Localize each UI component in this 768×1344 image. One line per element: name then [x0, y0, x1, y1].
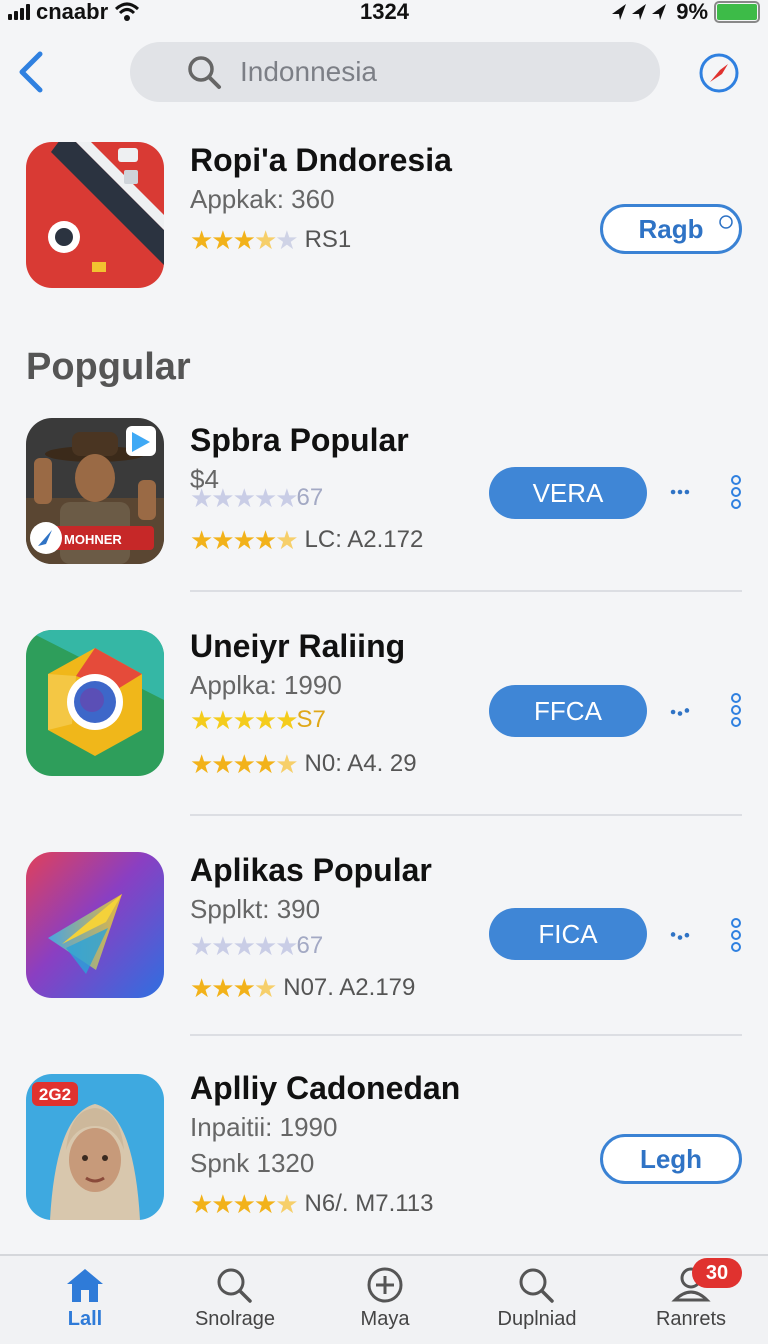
- rating-text: N0: A4. 29: [304, 750, 417, 777]
- kebab-menu-icon[interactable]: [729, 918, 743, 952]
- compass-icon[interactable]: [698, 52, 740, 94]
- tab-rankings-label: Ranrets: [655, 1308, 727, 1330]
- tab-home-label: Lall: [67, 1308, 103, 1330]
- featured-app-rating: ★★★ ★ ★ RS1: [190, 226, 351, 254]
- wifi-icon: [115, 2, 140, 21]
- featured-get-button-label: Ragb: [638, 213, 704, 244]
- notification-badge: 30: [692, 1258, 742, 1288]
- app-rating-3: ★★★ ★ N07. A2.179: [190, 974, 415, 1002]
- divider: [190, 590, 742, 592]
- rating-text: N07. A2.179: [283, 974, 416, 1001]
- app-gold-rating-2: ★★★★★ S7: [190, 706, 326, 734]
- star-rating-icon: ★★★★★: [190, 705, 299, 735]
- get-button-3[interactable]: FICA: [489, 908, 647, 960]
- search-field[interactable]: Indonnesia: [130, 42, 660, 102]
- star-rating-icon: ★★★ ★: [190, 973, 277, 1003]
- star-rating-icon: ★★★★★: [190, 931, 299, 961]
- section-title: Popgular: [26, 346, 191, 388]
- star-rating-icon: ★★★★★: [190, 225, 299, 255]
- kebab-menu-icon[interactable]: [729, 693, 743, 727]
- featured-app-icon[interactable]: [26, 142, 164, 288]
- tab-storage[interactable]: Snolrage: [170, 1266, 300, 1344]
- get-button-4[interactable]: Legh: [600, 1134, 742, 1184]
- app-title-2[interactable]: Uneiyr Raliing: [190, 628, 405, 665]
- app-icon-4-badge: 2G2: [39, 1085, 71, 1104]
- tab-download-label: Duplniad: [497, 1308, 577, 1330]
- tab-download[interactable]: Duplniad: [472, 1266, 602, 1344]
- app-title-4[interactable]: Aplliy Cadonedan: [190, 1070, 460, 1107]
- star-rating-icon: ★★★★★: [190, 1189, 299, 1219]
- divider: [190, 814, 742, 816]
- carrier-group: cnaabr: [8, 0, 140, 25]
- more-dots-icon[interactable]: [670, 930, 690, 942]
- app-subtitle2-4: Spnk 1320: [190, 1148, 315, 1178]
- app-faded-rating-1: ★★★★★ 67: [190, 484, 323, 512]
- app-icon-1[interactable]: MOHNER: [26, 418, 164, 564]
- battery-percent: 9%: [676, 0, 708, 24]
- app-store-screen: cnaabr 1324 9% Indonnesia Ropi'a Dndores…: [0, 0, 768, 1344]
- faded-rating-text: 67: [296, 932, 324, 959]
- more-dots-icon[interactable]: [670, 706, 690, 718]
- app-rating-4: ★★★★ ★ N6/. M7.113: [190, 1190, 434, 1218]
- rating-text: N6/. M7.113: [304, 1190, 434, 1217]
- search-icon: [217, 1268, 252, 1303]
- signal-icon: [8, 4, 30, 20]
- app-icon-3[interactable]: [26, 852, 164, 998]
- divider: [190, 1034, 742, 1036]
- app-subtitle-3: Spplkt: 390: [190, 894, 321, 924]
- search-icon: [188, 56, 221, 89]
- app-icon-1-text: MOHNER: [64, 532, 122, 547]
- battery-icon: [714, 1, 760, 23]
- carrier-label: cnaabr: [36, 0, 109, 24]
- app-rating-1: ★★★★ ★ LC: A2.172: [190, 526, 423, 554]
- back-chevron-icon[interactable]: [14, 50, 48, 94]
- tab-maya[interactable]: Maya: [320, 1266, 450, 1344]
- tab-storage-label: Snolrage: [194, 1308, 276, 1330]
- plus-circle-icon: [367, 1267, 403, 1303]
- rating-text: RS1: [304, 226, 352, 253]
- app-title-1[interactable]: Spbra Popular: [190, 422, 409, 459]
- star-rating-icon: ★★★★★: [190, 749, 299, 779]
- download-icon: [719, 215, 733, 229]
- home-icon: [67, 1269, 103, 1302]
- tab-home[interactable]: Lall: [20, 1266, 150, 1344]
- app-icon-2[interactable]: [26, 630, 164, 776]
- featured-app-subtitle: Appkak: 360: [190, 184, 335, 214]
- search-query: Indonnesia: [240, 56, 378, 87]
- location-arrow-icon: [612, 4, 667, 20]
- rating-text: LC: A2.172: [304, 526, 424, 553]
- app-subtitle-4: Inpaitii: 1990: [190, 1112, 338, 1142]
- star-rating-icon: ★★★★★: [190, 525, 299, 555]
- status-right: 9%: [610, 0, 760, 25]
- star-rating-icon: ★★★★★: [190, 483, 299, 513]
- get-button-1[interactable]: VERA: [489, 467, 647, 519]
- kebab-menu-icon[interactable]: [729, 475, 743, 509]
- app-icon-4[interactable]: 2G2: [26, 1074, 164, 1220]
- featured-get-button[interactable]: Ragb: [600, 204, 742, 254]
- app-faded-rating-3: ★★★★★ 67: [190, 932, 323, 960]
- more-dots-icon[interactable]: [670, 486, 690, 498]
- status-bar: cnaabr 1324 9%: [0, 0, 768, 26]
- app-rating-2: ★★★★ ★ N0: A4. 29: [190, 750, 417, 778]
- faded-rating-text: 67: [296, 484, 324, 511]
- gold-rating-text: S7: [296, 706, 326, 733]
- get-button-2[interactable]: FFCA: [489, 685, 647, 737]
- app-title-3[interactable]: Aplikas Popular: [190, 852, 432, 889]
- tab-maya-label: Maya: [360, 1308, 410, 1330]
- app-subtitle-2: Applka: 1990: [190, 670, 342, 700]
- featured-app-title[interactable]: Ropi'a Dndoresia: [190, 142, 452, 179]
- clock: 1324: [360, 0, 409, 24]
- search-icon: [519, 1268, 554, 1303]
